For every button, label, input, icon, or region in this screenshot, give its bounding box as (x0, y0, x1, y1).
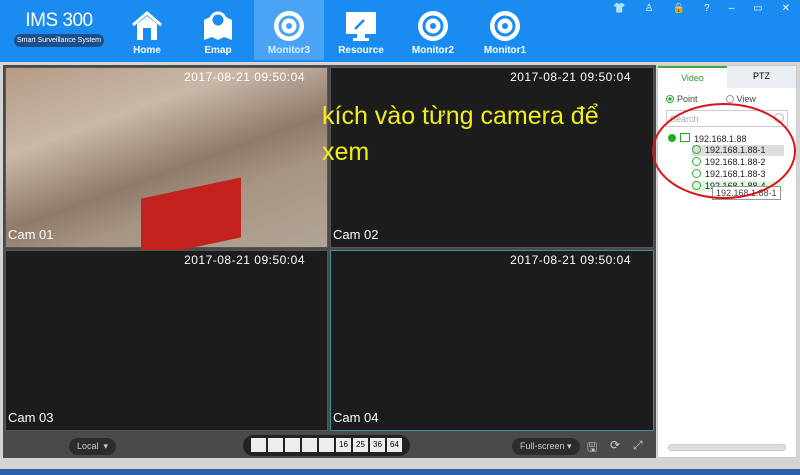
nav-label: Monitor1 (483, 45, 527, 56)
tree-channel[interactable]: 192.168.1.88-3 (692, 169, 766, 180)
timestamp: 2017-08-21 09:50:04 (184, 70, 305, 84)
tree-device[interactable]: 192.168.1.88 (668, 133, 747, 144)
radio-view[interactable]: View (725, 94, 756, 104)
fullscreen-dropdown[interactable]: Full-screen ▾ (512, 438, 580, 455)
nav-label: Emap (204, 45, 232, 56)
maximize-icon[interactable]: ▭ (753, 3, 762, 14)
save-icon[interactable]: 🖫 (587, 438, 597, 459)
timestamp: 2017-08-21 09:50:04 (510, 70, 631, 84)
tab-video[interactable]: Video (658, 66, 727, 88)
camera-cell-1[interactable]: 2017-08-21 09:50:04 Cam 01 (5, 67, 328, 259)
play-icon (692, 157, 701, 166)
play-icon (692, 181, 701, 190)
camera-cell-3[interactable]: 2017-08-21 09:50:04 Cam 03 (5, 250, 328, 431)
refresh-icon[interactable]: ⟳ (610, 438, 620, 452)
nav-resource[interactable]: Resource (326, 0, 396, 60)
wrench-monitor-icon (346, 12, 376, 41)
user-icon[interactable]: ♙ (645, 3, 654, 14)
help-icon[interactable]: ? (704, 3, 710, 14)
device-panel: Video PTZ Point View Search 192.168.1.88 1… (657, 65, 797, 458)
camera-icon (490, 11, 520, 41)
layout-16[interactable]: 16 (336, 438, 351, 452)
timestamp: 2017-08-21 09:50:04 (184, 253, 305, 267)
play-icon (692, 169, 701, 178)
layout-8[interactable] (302, 438, 317, 452)
nav-monitor2[interactable]: Monitor2 (398, 0, 468, 60)
layout-64[interactable]: 64 (387, 438, 402, 452)
fullscreen-label: Full-screen (520, 441, 565, 451)
nav-monitor3[interactable]: Monitor3 (254, 0, 324, 60)
layout-selector: 16 25 36 64 (243, 435, 410, 456)
map-pin-icon (204, 11, 232, 40)
tooltip: 192.168.1.88-1 (712, 186, 781, 200)
app-subtitle: Smart Surveillance System (14, 34, 104, 47)
tab-ptz[interactable]: PTZ (727, 66, 796, 88)
search-input[interactable]: Search (666, 110, 788, 127)
layout-36[interactable]: 36 (370, 438, 385, 452)
layout-1[interactable] (251, 438, 266, 452)
nav-label: Monitor2 (411, 45, 455, 56)
timestamp: 2017-08-21 09:50:04 (510, 253, 631, 267)
nav-emap[interactable]: Emap (183, 0, 253, 60)
collapse-icon[interactable] (668, 134, 676, 142)
layout-25[interactable]: 25 (353, 438, 368, 452)
nav-label: Resource (338, 45, 384, 56)
camera-name: Cam 02 (333, 227, 379, 242)
layout-4[interactable] (268, 438, 283, 452)
nav-label: Monitor3 (267, 45, 311, 56)
tree-channel[interactable]: 192.168.1.88-2 (692, 157, 766, 168)
home-icon (132, 11, 162, 40)
source-dropdown[interactable]: Local ▾ (69, 438, 117, 455)
nvr-icon (680, 133, 690, 142)
camera-name: Cam 03 (8, 410, 54, 425)
layout-6[interactable] (285, 438, 300, 452)
source-label: Local (77, 441, 99, 451)
minimize-icon[interactable]: – (729, 3, 735, 14)
close-icon[interactable]: ✕ (782, 3, 790, 14)
expand-icon[interactable]: ⤢ (633, 438, 643, 453)
camera-name: Cam 04 (333, 410, 379, 425)
camera-icon (274, 11, 304, 41)
camera-feed-image (141, 177, 241, 259)
radio-point[interactable]: Point (666, 94, 698, 104)
nav-label: Home (133, 45, 161, 56)
nav-monitor1[interactable]: Monitor1 (470, 0, 540, 60)
taskbar (0, 469, 800, 475)
video-toolbar: Local ▾ 16 25 36 64 Full-screen ▾ 🖫 ⟳ ⤢ (3, 432, 656, 458)
camera-icon (418, 11, 448, 41)
camera-name: Cam 01 (8, 227, 54, 242)
top-bar: IMS 300 Smart Surveillance System Home Em… (0, 0, 800, 62)
camera-cell-4[interactable]: 2017-08-21 09:50:04 Cam 04 (330, 250, 654, 431)
shirt-icon[interactable]: 👕 (613, 3, 625, 14)
lock-icon[interactable]: 🔒 (673, 3, 685, 14)
play-icon (692, 145, 701, 154)
search-icon[interactable] (774, 113, 784, 123)
horizontal-scrollbar[interactable] (668, 444, 786, 451)
annotation-text: kích vào từng camera để xem (322, 102, 599, 166)
app-title: IMS 300 (25, 10, 93, 31)
nav-home[interactable]: Home (112, 0, 182, 60)
layout-9[interactable] (319, 438, 334, 452)
tree-channel[interactable]: 192.168.1.88-1 (692, 145, 784, 156)
logo: IMS 300 Smart Surveillance System (14, 10, 104, 47)
